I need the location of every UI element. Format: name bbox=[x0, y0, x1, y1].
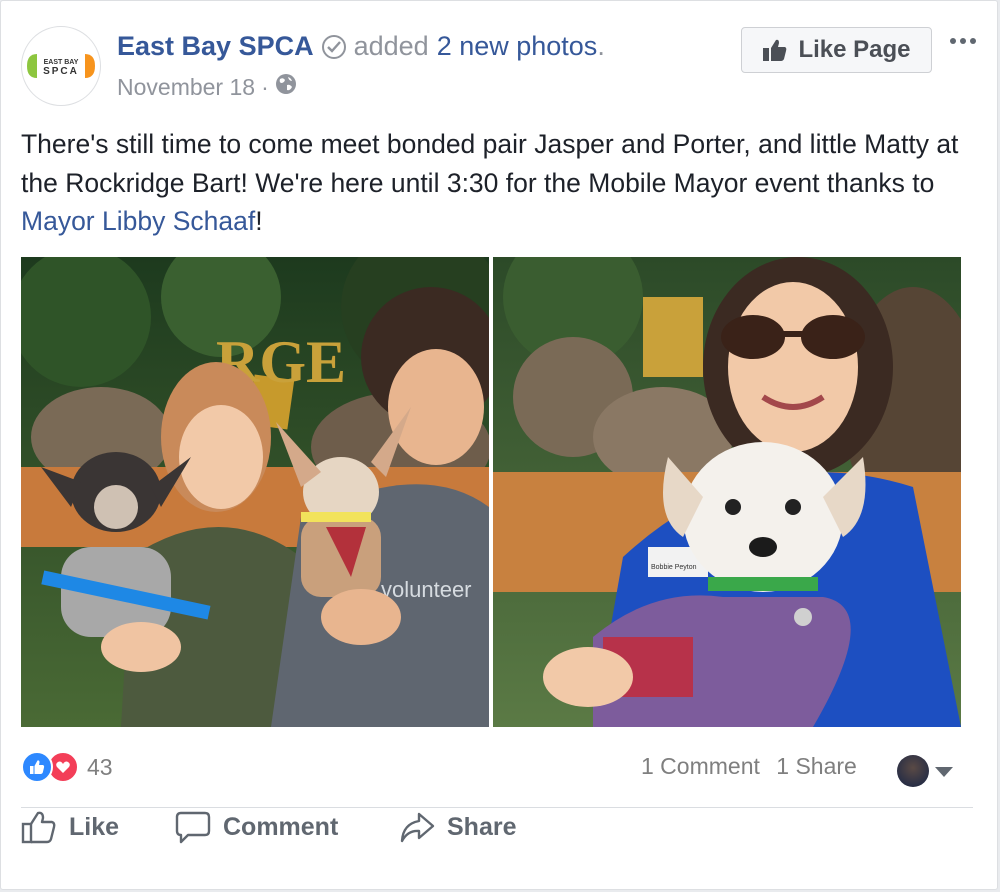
photo-volunteer-with-dog[interactable]: Bobbie Peyton bbox=[493, 257, 961, 727]
page-name-link[interactable]: East Bay SPCA bbox=[117, 31, 314, 62]
like-label: Like bbox=[69, 812, 120, 841]
post-text-end: ! bbox=[255, 206, 263, 236]
new-photos-link[interactable]: 2 new photos bbox=[437, 31, 598, 61]
share-button[interactable]: Share bbox=[399, 804, 516, 850]
thumbs-up-icon bbox=[763, 39, 787, 61]
logo-text-line1: EAST BAY bbox=[44, 59, 79, 66]
globe-icon[interactable] bbox=[275, 73, 297, 101]
post-message: There's still time to come meet bonded p… bbox=[21, 125, 971, 241]
meta-separator: · bbox=[261, 73, 269, 100]
thumbs-up-outline-icon bbox=[21, 811, 56, 844]
name-badge-text: Bobbie Peyton bbox=[651, 564, 697, 571]
action-phrase: 2 new photos. bbox=[437, 31, 605, 62]
comment-icon bbox=[175, 811, 211, 844]
like-page-button[interactable]: Like Page bbox=[741, 27, 932, 73]
east-bay-spca-logo: EAST BAY SPCA bbox=[27, 54, 95, 78]
comment-button[interactable]: Comment bbox=[175, 804, 338, 850]
volunteer-shirt-text: volunteer bbox=[381, 577, 472, 602]
page-avatar[interactable]: EAST BAY SPCA bbox=[21, 26, 101, 106]
more-options-icon[interactable] bbox=[945, 29, 981, 53]
verified-icon bbox=[321, 34, 346, 59]
share-arrow-icon bbox=[400, 812, 435, 843]
engagement-counts: 1 Comment 1 Share bbox=[641, 753, 857, 780]
reaction-count: 43 bbox=[87, 753, 113, 780]
post-date[interactable]: November 18 bbox=[117, 74, 255, 101]
logo-text-line2: SPCA bbox=[43, 66, 79, 77]
share-count-link[interactable]: 1 Share bbox=[776, 753, 857, 779]
share-label: Share bbox=[447, 812, 517, 841]
post-card: EAST BAY SPCA East Bay SPCA added 2 new … bbox=[0, 0, 998, 890]
like-button[interactable]: Like bbox=[21, 804, 119, 850]
action-suffix: . bbox=[597, 31, 605, 61]
like-page-label: Like Page bbox=[798, 36, 911, 63]
reactions-summary[interactable]: 43 bbox=[21, 751, 113, 783]
like-reaction-icon bbox=[21, 751, 53, 783]
action-text: added bbox=[353, 31, 429, 61]
comment-count-link[interactable]: 1 Comment bbox=[641, 753, 760, 779]
post-meta: November 18 · bbox=[117, 73, 297, 101]
caret-down-icon[interactable] bbox=[935, 767, 953, 777]
post-text-main: There's still time to come meet bonded p… bbox=[21, 129, 959, 198]
viewer-avatar[interactable] bbox=[897, 755, 929, 787]
comment-label: Comment bbox=[223, 812, 339, 841]
photo-girls-with-dogs[interactable]: RGE volunteer bbox=[21, 257, 489, 727]
post-header: East Bay SPCA added 2 new photos. bbox=[117, 31, 605, 62]
mayor-link[interactable]: Mayor Libby Schaaf bbox=[21, 206, 255, 236]
